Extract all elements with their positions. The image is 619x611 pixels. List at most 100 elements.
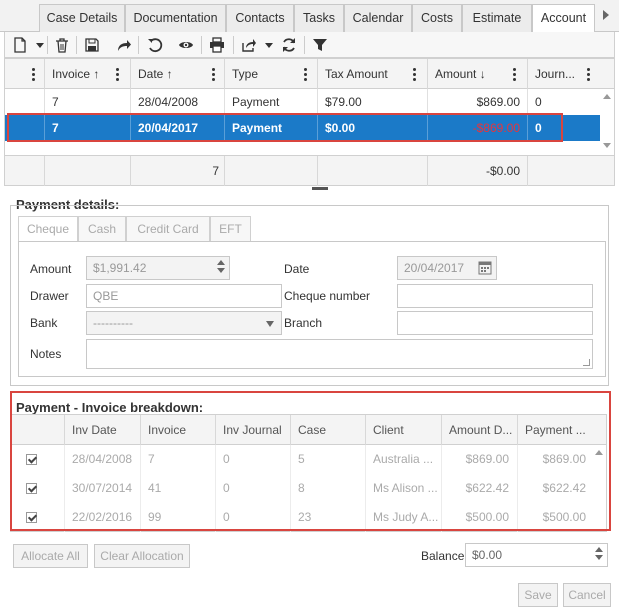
table-row[interactable]: 22/02/2016 99 0 23 Ms Judy A... $500.00 … bbox=[11, 503, 594, 532]
save-button[interactable]: Save bbox=[518, 583, 558, 607]
cell-date: 20/04/2017 bbox=[130, 115, 224, 141]
grid-scrollbar[interactable] bbox=[600, 89, 614, 155]
amount-label: Amount bbox=[30, 262, 72, 276]
amount-stepper-icon[interactable] bbox=[217, 260, 225, 273]
cancel-button[interactable]: Cancel bbox=[563, 583, 611, 607]
tab-estimate[interactable]: Estimate bbox=[462, 4, 532, 32]
column-header-amount[interactable]: Amount ↓ bbox=[427, 59, 527, 89]
cell-inv-journal: 0 bbox=[215, 474, 290, 503]
export-icon[interactable] bbox=[238, 34, 260, 56]
tab-contacts[interactable]: Contacts bbox=[226, 4, 294, 32]
cell-journal: 0 bbox=[527, 115, 600, 141]
drawer-field[interactable]: QBE bbox=[86, 284, 282, 308]
tab-eft[interactable]: EFT bbox=[210, 216, 251, 242]
balance-field[interactable]: $0.00 bbox=[465, 543, 608, 567]
resize-handle-icon[interactable] bbox=[583, 359, 590, 366]
tab-case-details[interactable]: Case Details bbox=[39, 4, 125, 32]
table-row[interactable]: 7 28/04/2008 Payment $79.00 $869.00 0 bbox=[5, 89, 600, 115]
cell-amount-due: $622.42 bbox=[441, 474, 517, 503]
undo-icon[interactable] bbox=[144, 34, 166, 56]
cell-inv-date: 28/04/2008 bbox=[64, 445, 140, 474]
tab-documentation[interactable]: Documentation bbox=[125, 4, 226, 32]
bank-label: Bank bbox=[30, 316, 58, 330]
view-icon[interactable] bbox=[175, 34, 197, 56]
balance-label: Balance bbox=[421, 549, 465, 563]
cell-invoice: 41 bbox=[140, 474, 215, 503]
tab-costs[interactable]: Costs bbox=[412, 4, 462, 32]
cell-tax-amount: $79.00 bbox=[317, 89, 427, 115]
calendar-icon[interactable] bbox=[478, 260, 492, 282]
breakdown-scrollbar[interactable] bbox=[592, 445, 606, 531]
amount-field[interactable]: $1,991.42 bbox=[86, 256, 230, 280]
row-checkbox[interactable] bbox=[26, 454, 37, 465]
date-field[interactable]: 20/04/2017 bbox=[397, 256, 497, 280]
cell-invoice: 7 bbox=[140, 445, 215, 474]
column-header-inv-journal[interactable]: Inv Journal bbox=[215, 415, 290, 445]
column-menu-icon[interactable] bbox=[513, 68, 517, 81]
filter-icon[interactable] bbox=[309, 34, 331, 56]
chevron-down-icon bbox=[266, 321, 274, 327]
column-menu-icon[interactable] bbox=[587, 68, 591, 81]
cell-amount: $869.00 bbox=[427, 89, 527, 115]
export-dropdown-caret-icon[interactable] bbox=[265, 43, 273, 48]
balance-stepper-icon[interactable] bbox=[595, 547, 603, 560]
column-header-case[interactable]: Case bbox=[290, 415, 365, 445]
column-header-client[interactable]: Client bbox=[365, 415, 441, 445]
scroll-up-icon[interactable] bbox=[603, 94, 611, 99]
cell-client: Australia ... bbox=[365, 445, 441, 474]
cell-journal: 0 bbox=[527, 89, 600, 115]
cell-payment: $500.00 bbox=[517, 503, 594, 532]
cheque-number-field[interactable] bbox=[397, 284, 593, 308]
print-icon[interactable] bbox=[206, 34, 228, 56]
delete-icon[interactable] bbox=[51, 34, 73, 56]
tab-account[interactable]: Account bbox=[532, 4, 595, 33]
save-icon[interactable] bbox=[81, 34, 103, 56]
column-menu-icon[interactable] bbox=[212, 68, 216, 81]
pane-splitter-handle[interactable] bbox=[312, 187, 328, 190]
cell-case: 8 bbox=[290, 474, 365, 503]
new-dropdown-caret-icon[interactable] bbox=[36, 43, 44, 48]
new-document-icon[interactable] bbox=[9, 34, 31, 56]
grid-footer: 7 -$0.00 bbox=[5, 155, 614, 186]
footer-amount-total: -$0.00 bbox=[427, 156, 527, 186]
scroll-down-icon[interactable] bbox=[603, 143, 611, 148]
bank-select[interactable]: ---------- bbox=[86, 311, 282, 335]
forward-icon[interactable] bbox=[113, 34, 135, 56]
row-checkbox[interactable] bbox=[26, 483, 37, 494]
column-header-inv-date[interactable]: Inv Date bbox=[64, 415, 140, 445]
cell-inv-date: 30/07/2014 bbox=[64, 474, 140, 503]
tab-calendar[interactable]: Calendar bbox=[344, 4, 412, 32]
column-header-tax-amount[interactable]: Tax Amount bbox=[317, 59, 427, 89]
cell-client: Ms Alison ... bbox=[365, 474, 441, 503]
column-menu-icon[interactable] bbox=[116, 68, 120, 81]
column-header-payment[interactable]: Payment ... bbox=[517, 415, 594, 445]
refresh-icon[interactable] bbox=[278, 34, 300, 56]
clear-allocation-button[interactable]: Clear Allocation bbox=[94, 544, 190, 568]
column-menu-icon[interactable] bbox=[304, 68, 308, 81]
column-menu-icon[interactable] bbox=[413, 68, 417, 81]
breakdown-title: Payment - Invoice breakdown: bbox=[16, 400, 204, 415]
tab-tasks[interactable]: Tasks bbox=[294, 4, 344, 32]
column-header-date[interactable]: Date ↑ bbox=[130, 59, 224, 89]
scroll-up-icon[interactable] bbox=[595, 450, 603, 455]
allocate-all-button[interactable]: Allocate All bbox=[13, 544, 88, 568]
table-row-selected[interactable]: 7 20/04/2017 Payment $0.00 -$869.00 0 bbox=[5, 115, 600, 141]
notes-textarea[interactable] bbox=[86, 339, 593, 369]
column-header-amount-due[interactable]: Amount D... bbox=[441, 415, 517, 445]
cell-invoice: 99 bbox=[140, 503, 215, 532]
row-checkbox[interactable] bbox=[26, 512, 37, 523]
cell-invoice: 7 bbox=[44, 115, 130, 141]
table-row[interactable]: 28/04/2008 7 0 5 Australia ... $869.00 $… bbox=[11, 445, 594, 474]
table-row[interactable]: 30/07/2014 41 0 8 Ms Alison ... $622.42 … bbox=[11, 474, 594, 503]
notes-label: Notes bbox=[30, 347, 62, 361]
tab-cheque[interactable]: Cheque bbox=[18, 216, 78, 242]
tab-cash[interactable]: Cash bbox=[78, 216, 126, 242]
account-transactions-grid: Invoice ↑ Date ↑ Type Tax Amount Amount … bbox=[4, 58, 615, 186]
cell-inv-journal: 0 bbox=[215, 503, 290, 532]
cell-payment: $869.00 bbox=[517, 445, 594, 474]
column-header-invoice[interactable]: Invoice bbox=[140, 415, 215, 445]
branch-field[interactable] bbox=[397, 311, 593, 335]
row-menu-icon[interactable] bbox=[32, 68, 36, 81]
tab-credit-card[interactable]: Credit Card bbox=[126, 216, 210, 242]
tab-scroll-right-icon[interactable] bbox=[603, 10, 609, 20]
